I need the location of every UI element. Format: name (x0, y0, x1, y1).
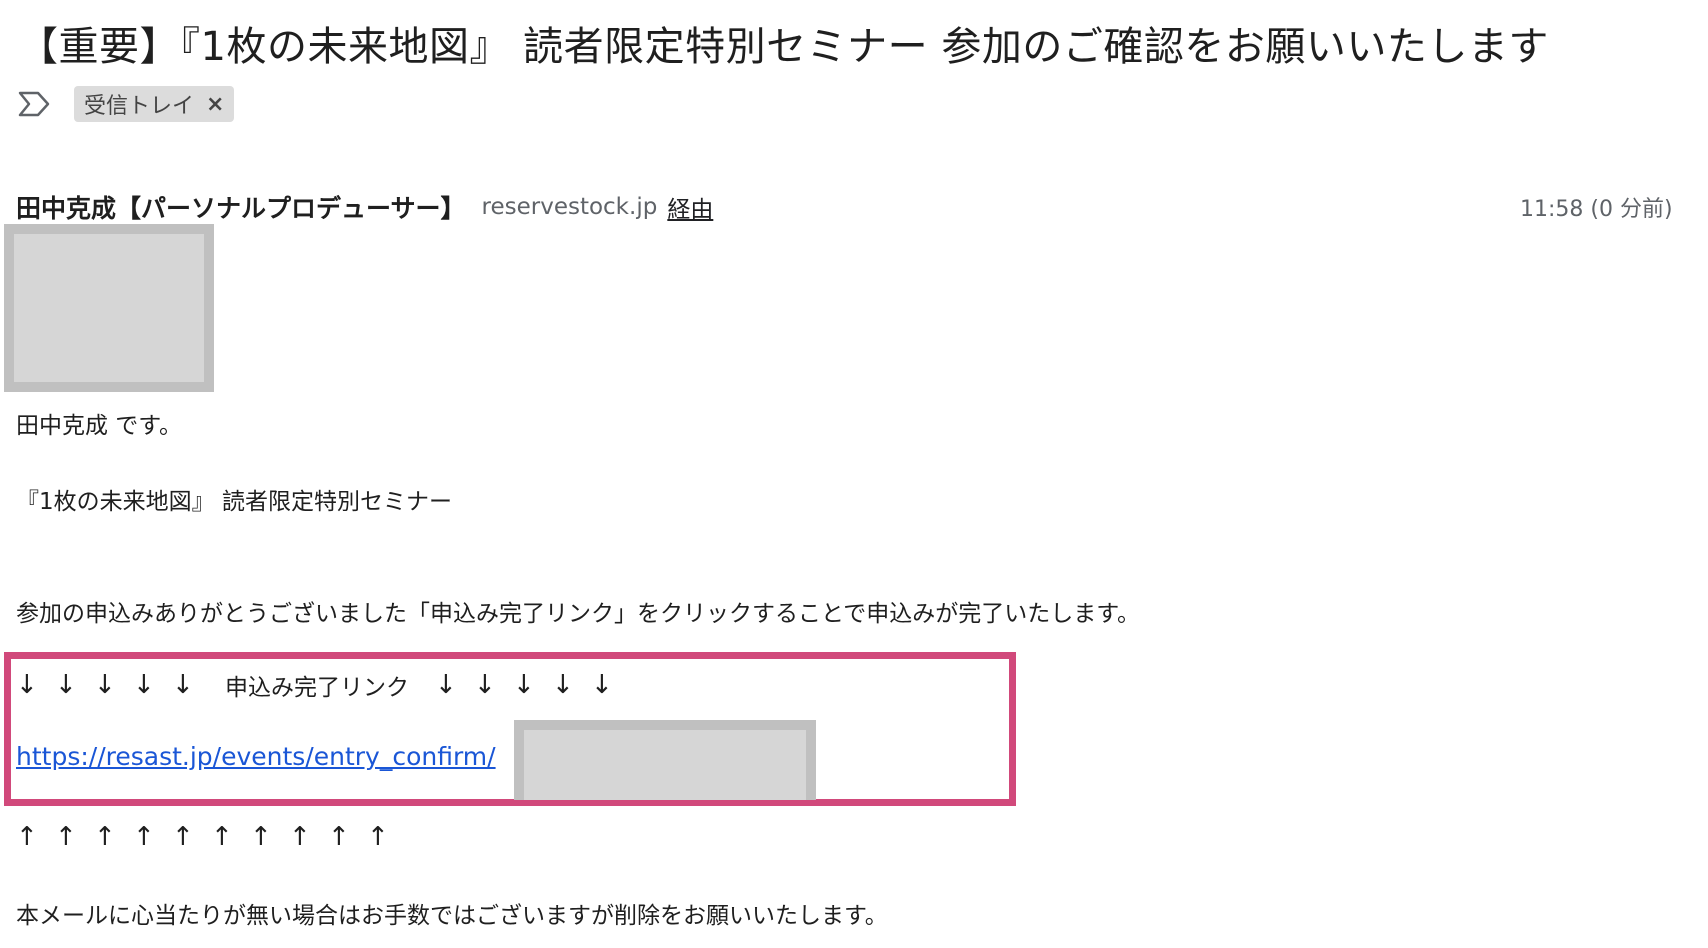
seminar-title-text: 『1枚の未来地図』 読者限定特別セミナー (16, 489, 452, 515)
up-arrow: ↑ (289, 822, 311, 852)
sender-via-link[interactable]: 経由 (667, 190, 713, 224)
inbox-label-chip[interactable]: 受信トレイ × (74, 86, 235, 122)
down-arrow: ↓ (94, 670, 116, 700)
up-arrows-row: ↑ ↑ ↑ ↑ ↑ ↑ ↑ ↑ ↑ ↑ (16, 822, 406, 852)
down-arrows-row: ↓ ↓ ↓ ↓ ↓ 申込み完了リンク ↓ ↓ ↓ ↓ ↓ (16, 668, 630, 702)
down-arrow: ↓ (474, 670, 496, 700)
confirm-link[interactable]: https://resast.jp/events/entry_confirm/ (16, 742, 496, 771)
footer-text: 本メールに心当たりが無い場合はお手数ではございますが削除をお願いいたします。 (16, 903, 888, 929)
up-arrow: ↑ (367, 822, 389, 852)
label-row: 受信トレイ × (18, 86, 235, 122)
inbox-label-text: 受信トレイ (84, 94, 195, 119)
down-arrow: ↓ (16, 670, 38, 700)
up-arrow: ↑ (16, 822, 38, 852)
timestamp: 11:58 (0 分前) (1520, 197, 1673, 222)
email-subject: 【重要】『1枚の未来地図』 読者限定特別セミナー 参加のご確認をお願いいたします (18, 24, 1549, 70)
up-arrow: ↑ (55, 822, 77, 852)
down-arrow: ↓ (133, 670, 155, 700)
sender-name[interactable]: 田中克成【パーソナルプロデューサー】 (16, 189, 466, 225)
redacted-image (4, 224, 214, 392)
down-arrow: ↓ (591, 670, 613, 700)
up-arrow: ↑ (250, 822, 272, 852)
down-arrow: ↓ (55, 670, 77, 700)
redacted-link-part (514, 720, 816, 800)
instruction-text: 参加の申込みありがとうございました「申込み完了リンク」をクリックすることで申込み… (16, 601, 1141, 627)
down-arrow: ↓ (513, 670, 535, 700)
down-arrow: ↓ (552, 670, 574, 700)
link-caption: 申込み完了リンク (225, 675, 409, 701)
up-arrow: ↑ (94, 822, 116, 852)
greeting-text: 田中克成 です。 (16, 413, 183, 439)
close-icon[interactable]: × (206, 92, 224, 117)
important-label-icon[interactable] (18, 90, 54, 118)
down-arrow: ↓ (172, 670, 194, 700)
up-arrow: ↑ (211, 822, 233, 852)
up-arrow: ↑ (133, 822, 155, 852)
down-arrow: ↓ (435, 670, 457, 700)
email-view: 【重要】『1枚の未来地図』 読者限定特別セミナー 参加のご確認をお願いいたします… (0, 0, 1708, 948)
sender-domain: reservestock.jp (481, 194, 658, 220)
up-arrow: ↑ (172, 822, 194, 852)
sender-row: 田中克成【パーソナルプロデューサー】 reservestock.jp 経由 11… (16, 190, 1708, 224)
up-arrow: ↑ (328, 822, 350, 852)
